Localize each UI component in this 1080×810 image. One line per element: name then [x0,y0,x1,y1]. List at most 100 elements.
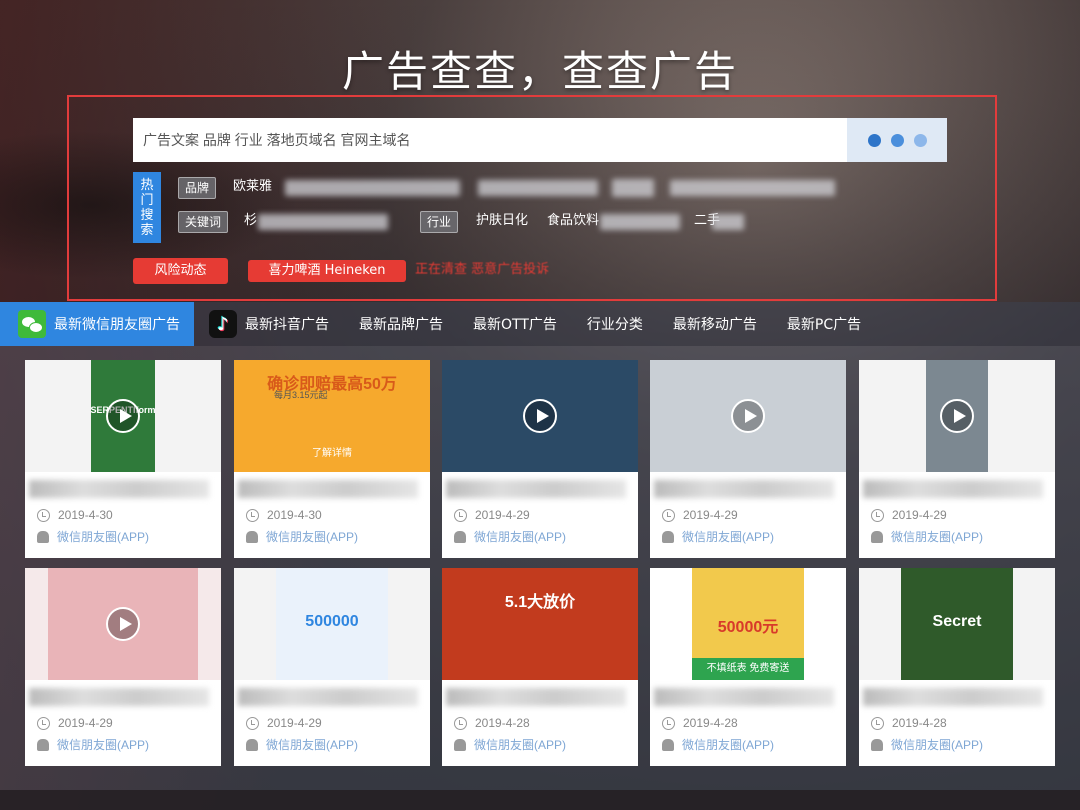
ad-source[interactable]: 微信朋友圈(APP) [662,736,774,753]
ad-thumbnail: 5.1大放价 [442,568,638,680]
ad-thumbnail [25,568,221,680]
ad-source[interactable]: 微信朋友圈(APP) [871,736,983,753]
keyword-tag: 关键词 [178,211,229,233]
ad-image: 确诊即赔最高50万 每月3.15元起 了解详情 [234,360,430,472]
ad-card[interactable]: 2019-4-29 微信朋友圈(APP) [650,360,846,558]
ad-thumbnail: 确诊即赔最高50万 每月3.15元起 了解详情 [234,360,430,472]
tab-label: 最新品牌广告 [359,317,443,333]
hot-label-char: 热 [140,177,154,193]
wechat-icon [18,310,46,338]
ad-source-text: 微信朋友圈(APP) [266,738,359,752]
ad-thumbnail: 50000元 不填纸表 免费寄送 [650,568,846,680]
play-icon[interactable] [731,399,765,433]
heineken-button[interactable]: 喜力啤酒 Heineken [248,260,406,282]
tab-pc[interactable]: 最新PC广告 [772,302,876,346]
ad-card[interactable]: 2019-4-29 微信朋友圈(APP) [442,360,638,558]
blurred-hot-items [258,214,388,230]
ad-date-text: 2019-4-29 [683,508,738,522]
ad-date: 2019-4-29 [246,716,322,730]
play-icon[interactable] [523,399,557,433]
play-icon[interactable] [106,607,140,641]
play-icon[interactable] [106,399,140,433]
tab-brand[interactable]: 最新品牌广告 [344,302,458,346]
blurred-hot-items [612,179,654,197]
android-icon [871,738,883,751]
ad-image: 50000元 不填纸表 免费寄送 [692,568,804,680]
clock-icon [662,508,675,522]
ad-source[interactable]: 微信朋友圈(APP) [871,528,983,545]
industry-tag: 行业 [420,211,459,233]
ad-card[interactable]: 2019-4-29 微信朋友圈(APP) [859,360,1055,558]
hot-label-char: 门 [140,192,154,208]
hot-label-char: 搜 [140,207,154,223]
ad-source[interactable]: 微信朋友圈(APP) [246,528,358,545]
ad-date: 2019-4-29 [454,508,530,522]
ad-card[interactable]: 5.1大放价 2019-4-28 微信朋友圈(APP) [442,568,638,766]
tab-industry[interactable]: 行业分类 [572,302,658,346]
ad-cta-button: 了解详情 [272,444,392,464]
ad-date-text: 2019-4-30 [267,508,322,522]
clock-icon [871,508,884,522]
hot-industry-item[interactable]: 护肤日化 [476,211,528,231]
tab-label: 最新抖音广告 [245,317,329,333]
android-icon [454,738,466,751]
ad-source-text: 微信朋友圈(APP) [57,738,150,752]
ad-date: 2019-4-28 [454,716,530,730]
ad-source-text: 微信朋友圈(APP) [891,738,984,752]
ad-card[interactable]: 确诊即赔最高50万 每月3.15元起 了解详情 2019-4-30 微信朋友圈(APP) [234,360,430,558]
ad-source[interactable]: 微信朋友圈(APP) [37,736,149,753]
ad-date-text: 2019-4-28 [683,716,738,730]
blurred-ad-title [863,688,1043,706]
hot-industry-item[interactable]: 食品饮料 [547,211,599,231]
blurred-ad-title [446,480,626,498]
search-button[interactable] [847,118,947,162]
ad-source-text: 微信朋友圈(APP) [474,738,567,752]
tab-wechat-moments[interactable]: 最新微信朋友圈广告 [0,302,194,346]
ad-source-text: 微信朋友圈(APP) [891,530,984,544]
hot-search-label: 热 门 搜 索 [133,172,161,243]
ad-card[interactable]: 500000 2019-4-29 微信朋友圈(APP) [234,568,430,766]
ad-date-text: 2019-4-28 [475,716,530,730]
ad-source[interactable]: 微信朋友圈(APP) [246,736,358,753]
tab-label: 最新OTT广告 [473,317,557,333]
ad-date-text: 2019-4-28 [892,716,947,730]
ad-thumbnail: 500000 [234,568,430,680]
tab-ott[interactable]: 最新OTT广告 [458,302,572,346]
notice-text[interactable]: 正在清查 恶意广告投诉 [415,257,549,283]
blurred-ad-title [238,688,418,706]
ad-card[interactable]: Secret 2019-4-28 微信朋友圈(APP) [859,568,1055,766]
ad-source[interactable]: 微信朋友圈(APP) [37,528,149,545]
search-dot-icon [913,133,927,147]
android-icon [37,738,49,751]
android-icon [662,738,674,751]
android-icon [454,530,466,543]
risk-news-button[interactable]: 风险动态 [133,258,228,284]
ad-date: 2019-4-30 [246,508,322,522]
ad-date-text: 2019-4-29 [58,716,113,730]
blurred-hot-items [600,214,680,230]
android-icon [246,738,258,751]
tab-mobile[interactable]: 最新移动广告 [658,302,772,346]
clock-icon [454,716,467,730]
hot-keyword-item[interactable]: 杉 [244,211,257,231]
ad-card[interactable]: SERPENTIform 2019-4-30 微信朋友圈(APP) [25,360,221,558]
play-icon[interactable] [940,399,974,433]
ad-source[interactable]: 微信朋友圈(APP) [454,736,566,753]
tab-label: 最新微信朋友圈广告 [54,317,180,333]
ad-source-text: 微信朋友圈(APP) [682,530,775,544]
douyin-icon: ♪ [209,310,237,338]
hot-brand-item[interactable]: 欧莱雅 [233,177,272,197]
blurred-hot-items [478,180,598,196]
android-icon [871,530,883,543]
ad-source[interactable]: 微信朋友圈(APP) [662,528,774,545]
ad-source[interactable]: 微信朋友圈(APP) [454,528,566,545]
blurred-ad-title [238,480,418,498]
ad-thumbnail [650,360,846,472]
ad-thumbnail: Secret [859,568,1055,680]
search-input[interactable] [133,118,847,162]
search-dot-icon [867,133,881,147]
ad-card[interactable]: 50000元 不填纸表 免费寄送 2019-4-28 微信朋友圈(APP) [650,568,846,766]
tab-douyin[interactable]: ♪ 最新抖音广告 [194,302,344,346]
ad-card[interactable]: 2019-4-29 微信朋友圈(APP) [25,568,221,766]
android-icon [246,530,258,543]
